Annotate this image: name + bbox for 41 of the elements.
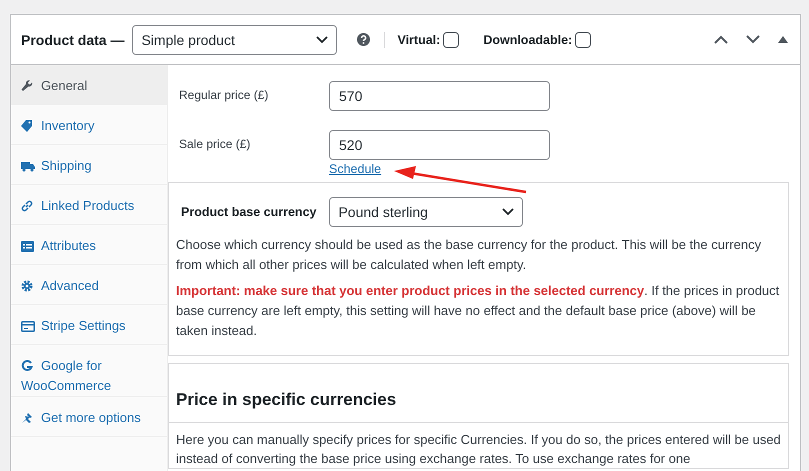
- important-note: Important: make sure that you enter product prices in the selected currency. If the prices in product base currency are left empty, this setting will have no effect and the default base price (above) will be taken instead.: [176, 282, 780, 340]
- help-icon[interactable]: [357, 33, 370, 46]
- chevron-down-icon: [316, 36, 328, 44]
- list-icon: [21, 241, 34, 252]
- description-text: Choose which currency should be used as the base currency for the product. This will be the currency from which all other prices will be calculated when left empty.: [176, 236, 762, 274]
- sidebar-tab[interactable]: General: [11, 65, 167, 105]
- checkbox[interactable]: [443, 32, 460, 48]
- currency-select[interactable]: Pound sterling: [329, 197, 524, 227]
- card-icon: [21, 321, 35, 332]
- plug-icon: [21, 412, 33, 424]
- price-input[interactable]: 520: [329, 130, 550, 160]
- panel-title: Product data —: [21, 32, 124, 48]
- truck-icon: [21, 161, 35, 172]
- field-label: Sale price (£): [179, 136, 252, 151]
- price-input[interactable]: 570: [329, 81, 550, 111]
- google-g-icon: [21, 360, 33, 372]
- sidebar-tab[interactable]: Attributes: [11, 225, 167, 265]
- sidebar-tab[interactable]: Shipping: [11, 145, 167, 185]
- sidebar-tab[interactable]: Inventory: [11, 105, 167, 145]
- chevron-down-icon[interactable]: [746, 35, 760, 44]
- schedule-link[interactable]: Schedule: [329, 162, 382, 176]
- option-label: Virtual:: [397, 32, 440, 46]
- chevron-down-icon: [502, 208, 514, 216]
- sidebar-tab[interactable]: Get more options: [11, 397, 167, 437]
- sidebar-tab[interactable]: Linked Products: [11, 185, 167, 225]
- sidebar-tab[interactable]: Advanced: [11, 265, 167, 305]
- collapse-triangle-icon[interactable]: [778, 36, 788, 43]
- sidebar-tab[interactable]: Google for WooCommerce: [11, 345, 167, 397]
- wrench-icon: [21, 80, 33, 92]
- product-type-select[interactable]: Simple product: [132, 24, 338, 54]
- option-label: Downloadable:: [483, 32, 572, 46]
- field-label: Regular price (£): [179, 87, 270, 102]
- description-text: Here you can manually specify prices for specific Currencies. If you do so, the prices entered will be used instead of converting the base price using exchange rates. To use exchange rates for one: [175, 431, 782, 468]
- link-icon: [21, 200, 33, 212]
- section-heading: Price in specific currencies: [169, 364, 788, 423]
- checkbox[interactable]: [575, 32, 592, 48]
- sidebar-tab[interactable]: Stripe Settings: [11, 305, 167, 345]
- tag-icon: [21, 120, 33, 132]
- field-label: Product base currency: [181, 205, 316, 219]
- chevron-up-icon[interactable]: [714, 35, 728, 44]
- gear-icon: [21, 280, 33, 292]
